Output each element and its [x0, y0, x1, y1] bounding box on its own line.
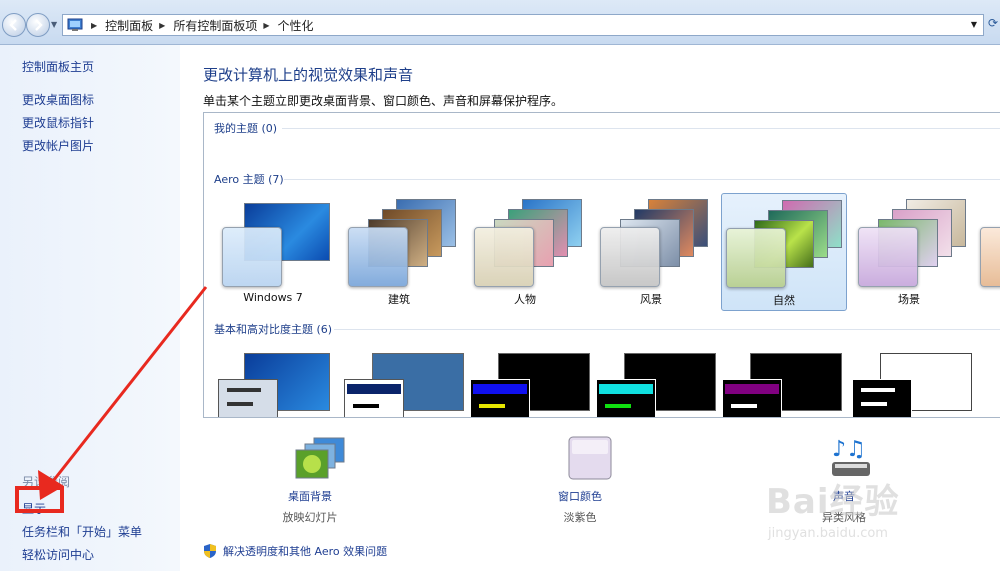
- window-color-icon: [566, 436, 616, 482]
- desktop-background-value: 放映幻灯片: [282, 511, 338, 524]
- window-color-label[interactable]: 窗口颜色: [520, 488, 640, 504]
- theme-architecture[interactable]: 建筑: [336, 193, 462, 311]
- color-swatch: [600, 227, 660, 287]
- refresh-icon[interactable]: ⟳: [988, 16, 1000, 34]
- color-swatch: [596, 379, 656, 417]
- back-arrow-icon: [9, 19, 17, 31]
- sidebar-item-desktop-icons[interactable]: 更改桌面图标: [22, 91, 94, 108]
- theme-label: 建筑: [388, 293, 410, 306]
- theme-landscapes[interactable]: 风景: [588, 193, 714, 311]
- theme-classic[interactable]: [336, 351, 464, 417]
- divider: [334, 329, 1000, 330]
- sidebar-item-ease-of-access[interactable]: 轻松访问中心: [22, 546, 94, 563]
- address-bar: ▼ ▶ 控制面板 ▶ 所有控制面板项 ▶ 个性化 ▼ ⟳: [0, 0, 1000, 45]
- breadcrumb-control-panel[interactable]: 控制面板: [105, 17, 153, 34]
- theme-label: 自然: [773, 294, 795, 307]
- desktop-background-setting[interactable]: 桌面背景 放映幻灯片: [250, 436, 370, 526]
- theme-label: Windows 7: [243, 291, 303, 304]
- sidebar-item-taskbar[interactable]: 任务栏和「开始」菜单: [22, 523, 142, 540]
- theme-list[interactable]: 我的主题 (0) Aero 主题 (7) Windows 7 建筑 人物 风景 …: [203, 112, 1000, 418]
- color-swatch: [852, 379, 912, 417]
- forward-arrow-icon: [35, 19, 43, 31]
- theme-high-contrast-black[interactable]: [714, 351, 842, 417]
- breadcrumb[interactable]: ▶ 控制面板 ▶ 所有控制面板项 ▶ 个性化 ▼: [62, 14, 984, 36]
- preview-bar: [353, 404, 379, 408]
- preview-bar: [227, 402, 253, 406]
- theme-label: 场景: [898, 293, 920, 306]
- theme-characters[interactable]: 人物: [462, 193, 588, 311]
- watermark-text: Bai经验: [766, 482, 900, 522]
- forward-button[interactable]: [26, 13, 50, 37]
- preview-bar: [347, 384, 401, 394]
- preview-bar: [861, 402, 887, 406]
- sidebar-item-home[interactable]: 控制面板主页: [22, 58, 94, 75]
- chevron-right-icon: ▶: [263, 20, 270, 30]
- svg-text:♪♫: ♪♫: [832, 437, 866, 462]
- troubleshoot-label[interactable]: 解决透明度和其他 Aero 效果问题: [223, 543, 387, 559]
- control-panel-icon: [67, 18, 83, 32]
- preview-bar: [605, 404, 631, 408]
- divider: [284, 179, 1000, 180]
- breadcrumb-all-items[interactable]: 所有控制面板项: [173, 17, 257, 34]
- color-swatch: [858, 227, 918, 287]
- color-swatch: [218, 379, 278, 417]
- preview-bar: [473, 384, 527, 394]
- theme-nature[interactable]: 自然: [721, 193, 847, 311]
- color-swatch: [980, 227, 1000, 287]
- window-color-setting[interactable]: 窗口颜色 淡紫色: [520, 436, 640, 526]
- chevron-right-icon: ▶: [91, 20, 98, 30]
- theme-scenes[interactable]: 场景: [846, 193, 972, 311]
- theme-windows7[interactable]: Windows 7: [210, 193, 336, 311]
- divider: [282, 128, 1000, 129]
- theme-windows7-basic[interactable]: [210, 351, 336, 417]
- color-swatch: [474, 227, 534, 287]
- chevron-down-icon[interactable]: ▼: [971, 20, 977, 29]
- sidebar-item-mouse-pointers[interactable]: 更改鼠标指针: [22, 114, 94, 131]
- desktop-background-label[interactable]: 桌面背景: [250, 488, 370, 504]
- recent-pages-dropdown[interactable]: ▼: [51, 20, 57, 29]
- group-heading-basic: 基本和高对比度主题 (6): [214, 323, 333, 336]
- color-swatch: [344, 379, 404, 417]
- preview-bar: [479, 404, 505, 408]
- preview-bar: [599, 384, 653, 394]
- group-heading-my-themes: 我的主题 (0): [214, 122, 278, 135]
- window-color-value: 淡紫色: [563, 511, 597, 524]
- preview-bar: [725, 384, 779, 394]
- theme-high-contrast-2[interactable]: [588, 351, 716, 417]
- highlight-box: [15, 486, 64, 513]
- sidebar-item-account-picture[interactable]: 更改帐户图片: [22, 137, 94, 154]
- color-swatch: [722, 379, 782, 417]
- preview-bar: [861, 388, 895, 392]
- watermark-url: jingyan.baidu.com: [768, 526, 888, 541]
- color-swatch: [348, 227, 408, 287]
- theme-label: 人物: [514, 293, 536, 306]
- shield-icon: [204, 544, 216, 558]
- desktop-background-icon: [292, 436, 345, 482]
- preview-bar: [731, 404, 757, 408]
- page-title: 更改计算机上的视觉效果和声音: [203, 66, 414, 84]
- breadcrumb-personalization[interactable]: 个性化: [278, 17, 314, 34]
- theme-label: 风景: [640, 293, 662, 306]
- page-description: 单击某个主题立即更改桌面背景、窗口颜色、声音和屏幕保护程序。: [203, 94, 564, 108]
- troubleshoot-link[interactable]: 解决透明度和其他 Aero 效果问题: [203, 543, 387, 559]
- color-swatch: [222, 227, 282, 287]
- color-swatch: [726, 228, 786, 288]
- theme-partial[interactable]: [974, 193, 1000, 311]
- back-button[interactable]: [2, 13, 26, 37]
- group-heading-aero: Aero 主题 (7): [214, 173, 284, 186]
- theme-high-contrast-white[interactable]: [840, 351, 972, 417]
- chevron-right-icon: ▶: [159, 20, 166, 30]
- preview-bar: [227, 388, 261, 392]
- color-swatch: [470, 379, 530, 417]
- baidu-watermark: Bai经验 jingyan.baidu.com: [766, 474, 980, 550]
- theme-high-contrast-1[interactable]: [462, 351, 590, 417]
